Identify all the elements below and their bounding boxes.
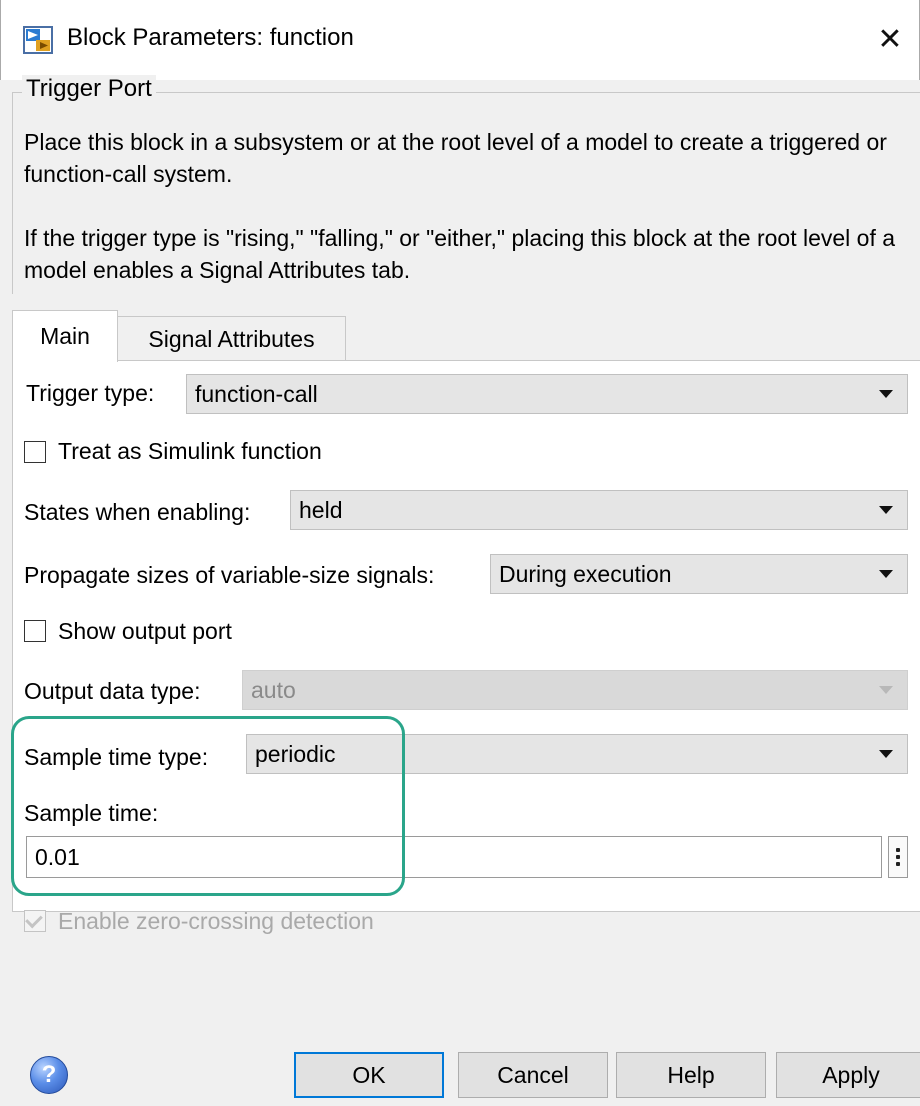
trigger-type-label: Trigger type:	[26, 380, 155, 406]
help-button[interactable]: Help	[616, 1052, 766, 1098]
trigger-type-dropdown[interactable]: function-call	[186, 374, 908, 414]
propagate-sizes-label: Propagate sizes of variable-size signals…	[24, 562, 435, 588]
output-data-type-dropdown[interactable]: auto	[242, 670, 908, 710]
sample-time-type-label: Sample time type:	[24, 744, 209, 770]
simulink-block-icon	[23, 26, 53, 54]
cancel-button[interactable]: Cancel	[458, 1052, 608, 1098]
treat-as-simulink-label: Treat as Simulink function	[58, 438, 322, 464]
description-paragraph-1: Place this block in a subsystem or at th…	[24, 129, 887, 187]
zero-crossing-label: Enable zero-crossing detection	[58, 908, 374, 934]
dot-icon	[896, 855, 900, 859]
states-enabling-value: held	[299, 496, 343, 523]
dropdown-arrow-icon	[879, 506, 893, 514]
checkmark-icon	[25, 910, 43, 929]
sample-time-type-dropdown[interactable]: periodic	[246, 734, 908, 774]
help-icon-glyph: ?	[41, 1061, 57, 1088]
output-data-type-value: auto	[251, 676, 296, 703]
more-options-button[interactable]	[888, 836, 908, 878]
sample-time-input[interactable]	[26, 836, 882, 878]
tab-signal-attributes[interactable]: Signal Attributes	[118, 316, 346, 362]
window-title: Block Parameters: function	[67, 24, 354, 51]
output-data-type-label: Output data type:	[24, 678, 201, 704]
show-output-port-label: Show output port	[58, 618, 232, 644]
help-icon[interactable]: ?	[30, 1056, 68, 1094]
sample-time-label: Sample time:	[24, 800, 159, 826]
dropdown-arrow-icon	[879, 390, 893, 398]
dot-icon	[896, 862, 900, 866]
group-title: Trigger Port	[22, 75, 156, 103]
propagate-sizes-value: During execution	[499, 560, 672, 587]
dropdown-arrow-icon	[879, 686, 893, 694]
close-icon: ✕	[877, 22, 903, 56]
zero-crossing-checkbox[interactable]	[24, 910, 46, 932]
states-enabling-dropdown[interactable]: held	[290, 490, 908, 530]
sample-time-type-value: periodic	[255, 740, 336, 767]
trigger-type-value: function-call	[195, 380, 318, 407]
apply-button[interactable]: Apply	[776, 1052, 920, 1098]
description-paragraph-2: If the trigger type is "rising," "fallin…	[24, 225, 896, 283]
close-button[interactable]: ✕	[867, 16, 913, 62]
propagate-sizes-dropdown[interactable]: During execution	[490, 554, 908, 594]
states-enabling-label: States when enabling:	[24, 499, 251, 525]
ok-button[interactable]: OK	[294, 1052, 444, 1098]
dropdown-arrow-icon	[879, 570, 893, 578]
treat-as-simulink-checkbox[interactable]	[24, 441, 46, 463]
show-output-port-checkbox[interactable]	[24, 620, 46, 642]
title-bar: Block Parameters: function ✕	[0, 0, 920, 80]
tab-main[interactable]: Main	[12, 310, 118, 362]
dot-icon	[896, 848, 900, 852]
dropdown-arrow-icon	[879, 750, 893, 758]
